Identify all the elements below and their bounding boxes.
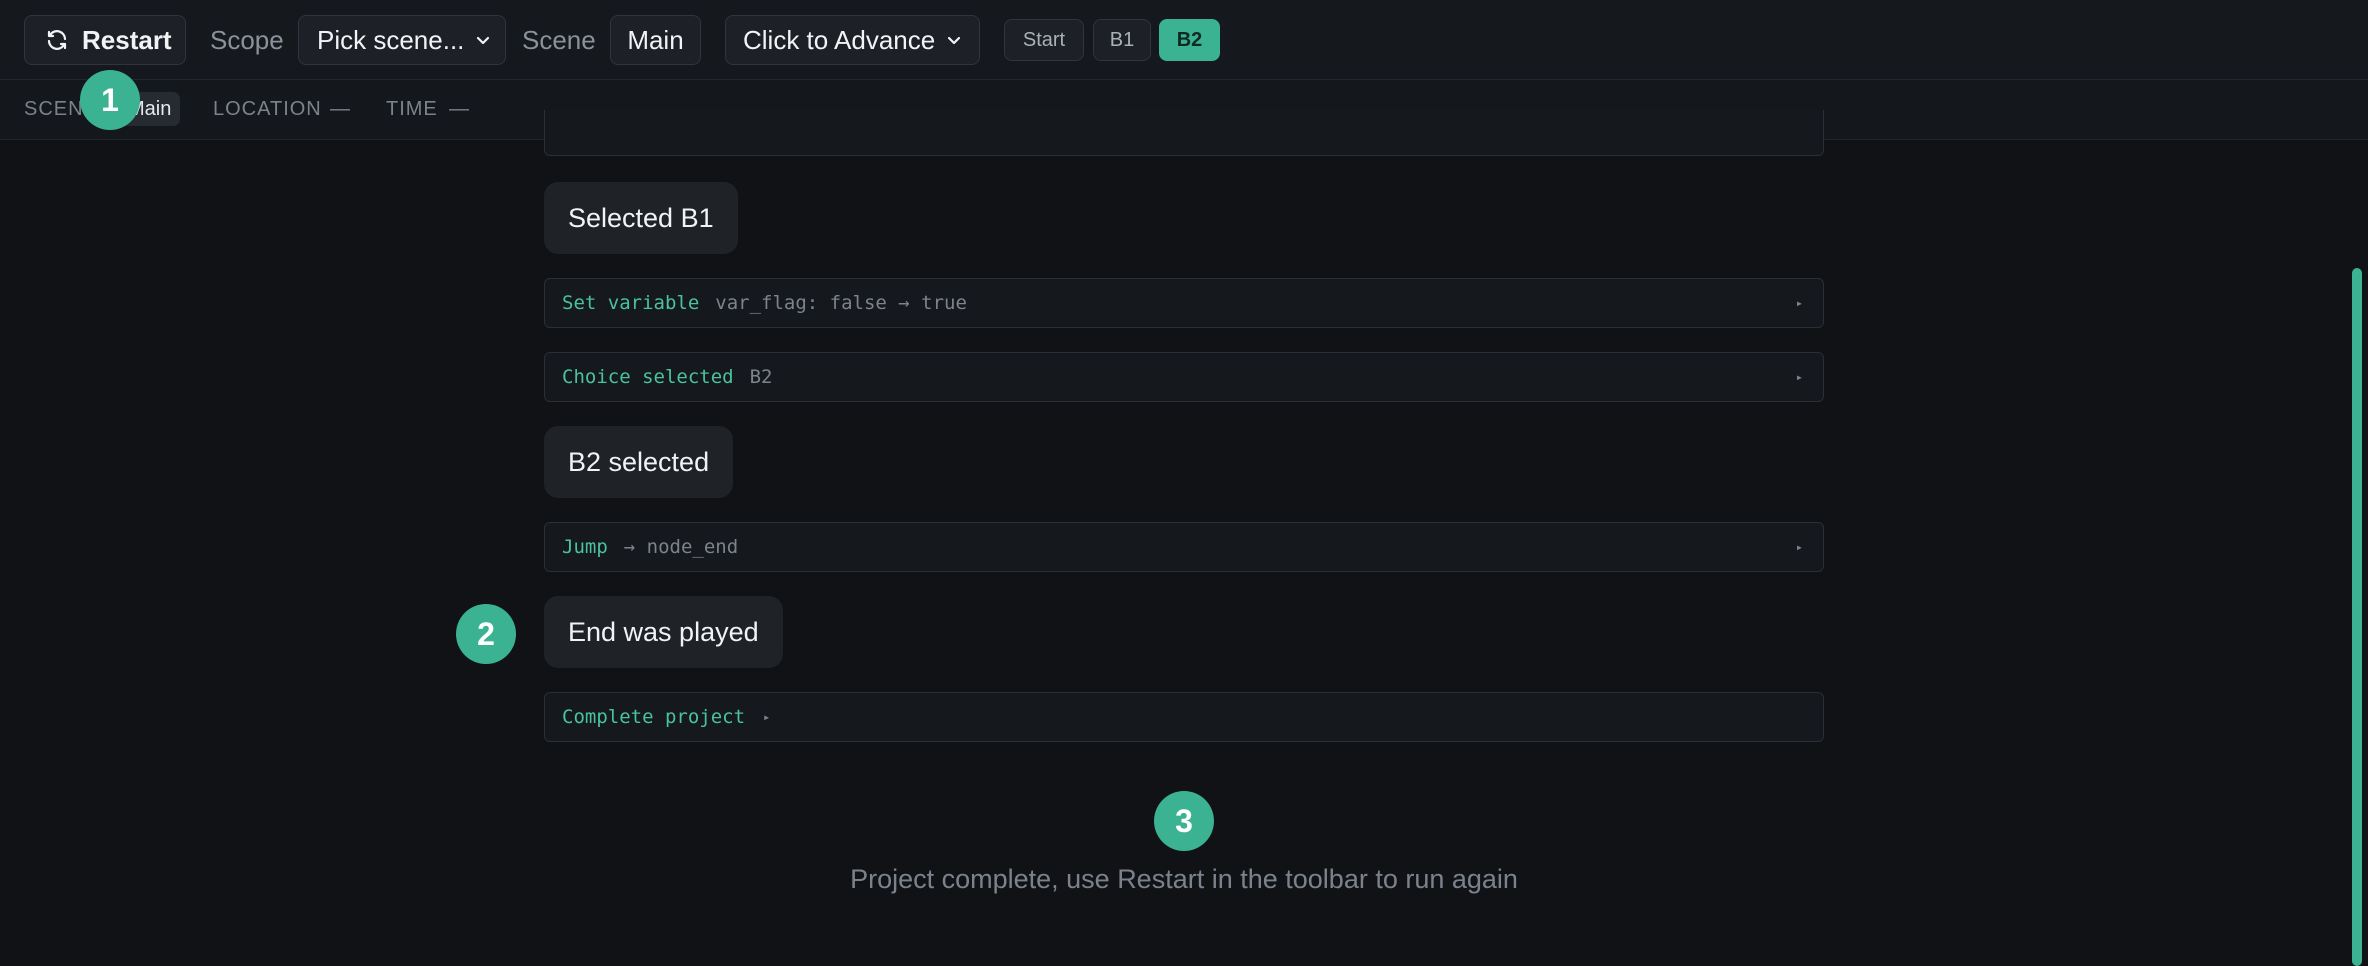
event-jump[interactable]: Jump → node_end ▸ xyxy=(544,522,1824,572)
time-info-value: — xyxy=(449,98,470,120)
location-info-label: LOCATION xyxy=(213,98,322,120)
event-kind: Jump xyxy=(562,536,608,558)
stop-b2-label: B2 xyxy=(1176,28,1203,51)
completion-message: Project complete, use Restart in the too… xyxy=(850,864,1518,894)
scene-value: Main xyxy=(627,24,684,55)
stop-start-label: Start xyxy=(1022,28,1066,51)
dialogue-bubble: End was played xyxy=(544,596,783,668)
refresh-icon xyxy=(47,30,67,50)
scope-label: Scope xyxy=(210,25,284,55)
event-kind: Set variable xyxy=(562,292,700,314)
time-info-label: TIME xyxy=(386,98,438,120)
event-set-variable[interactable]: Set variable var_flag: false → true ▸ xyxy=(544,278,1824,328)
dialogue-bubble: Selected B1 xyxy=(544,182,738,254)
event-kind: Complete project xyxy=(562,706,746,728)
stop-b1-button[interactable]: B1 xyxy=(1093,19,1151,61)
toolbar: Restart Scope Pick scene... Scene Main C… xyxy=(0,0,2368,80)
step-marker-2: 2 xyxy=(456,604,516,664)
stop-b1-label: B1 xyxy=(1109,28,1135,51)
restart-label: Restart xyxy=(82,24,172,55)
event-kind: Choice selected xyxy=(562,366,734,388)
advance-mode-select[interactable]: Click to Advance xyxy=(725,15,980,65)
event-detail: var_flag: false → true xyxy=(715,292,967,314)
event-detail: → node_end xyxy=(623,536,739,558)
scope-value: Pick scene... xyxy=(317,24,465,55)
expand-icon[interactable]: ▸ xyxy=(763,710,770,724)
location-info-value: — xyxy=(330,98,351,120)
chevron-down-icon xyxy=(477,36,490,45)
dialogue-bubble: B2 selected xyxy=(544,426,734,498)
expand-icon[interactable]: ▸ xyxy=(1796,540,1803,554)
log-entry-truncated xyxy=(544,110,1824,156)
event-detail: B2 xyxy=(749,366,773,388)
expand-icon[interactable]: ▸ xyxy=(1796,370,1803,384)
scene-label: Scene xyxy=(522,25,596,55)
scene-select[interactable]: Main xyxy=(610,15,701,65)
stop-b2-button[interactable]: B2 xyxy=(1159,19,1220,61)
scrollbar-thumb[interactable] xyxy=(2352,268,2362,966)
event-choice-selected[interactable]: Choice selected B2 ▸ xyxy=(544,352,1824,402)
step-marker-3: 3 xyxy=(1154,791,1214,851)
advance-mode-value: Click to Advance xyxy=(743,24,936,55)
stop-start-button[interactable]: Start xyxy=(1004,19,1084,61)
restart-button[interactable]: Restart xyxy=(24,15,186,65)
event-complete-project[interactable]: Complete project ▸ xyxy=(544,692,1824,742)
scope-select[interactable]: Pick scene... xyxy=(298,15,506,65)
chevron-down-icon xyxy=(948,36,961,45)
expand-icon[interactable]: ▸ xyxy=(1796,296,1803,310)
step-marker-1: 1 xyxy=(80,70,140,130)
